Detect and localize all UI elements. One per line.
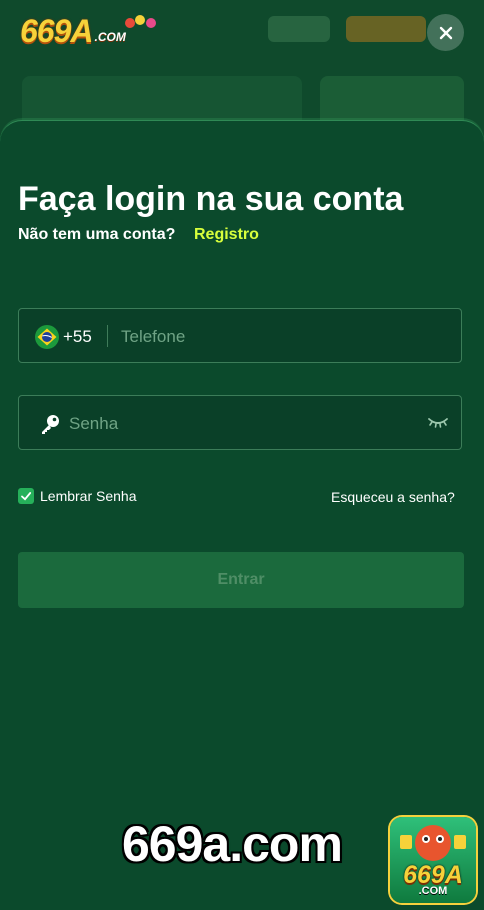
eye-closed-icon[interactable]	[427, 416, 449, 430]
close-icon	[439, 26, 452, 39]
phone-input[interactable]	[119, 317, 453, 357]
dial-code[interactable]: +55	[63, 327, 92, 347]
site-logo: 669A .COM	[20, 13, 156, 49]
login-title: Faça login na sua conta	[18, 180, 404, 218]
badge-suffix: .COM	[418, 885, 448, 897]
remember-password-toggle[interactable]: Lembrar Senha	[18, 488, 137, 504]
remember-checkbox[interactable]	[18, 488, 34, 504]
password-input[interactable]	[67, 404, 411, 444]
background-button	[268, 16, 330, 42]
phone-field[interactable]: +55	[18, 308, 462, 363]
forgot-password-link[interactable]: Esqueceu a senha?	[331, 489, 455, 505]
background-button	[346, 16, 426, 42]
remember-label[interactable]: Lembrar Senha	[40, 488, 137, 504]
no-account-text: Não tem uma conta?	[18, 226, 176, 243]
divider	[107, 325, 108, 347]
logo-suffix: .COM	[94, 30, 126, 44]
logo-decoration-icon	[125, 15, 156, 28]
login-button[interactable]: Entrar	[18, 552, 464, 608]
register-link[interactable]: Registro	[194, 226, 259, 244]
password-field[interactable]	[18, 395, 462, 450]
logo-text: 669A	[20, 13, 93, 49]
brazil-flag-icon[interactable]	[35, 325, 59, 349]
app-badge[interactable]: 669A .COM	[390, 817, 476, 903]
site-watermark: 669a.com	[122, 816, 343, 872]
check-icon	[21, 492, 32, 501]
key-icon	[42, 415, 59, 434]
close-button[interactable]	[427, 14, 464, 51]
badge-art-icon	[400, 825, 466, 861]
